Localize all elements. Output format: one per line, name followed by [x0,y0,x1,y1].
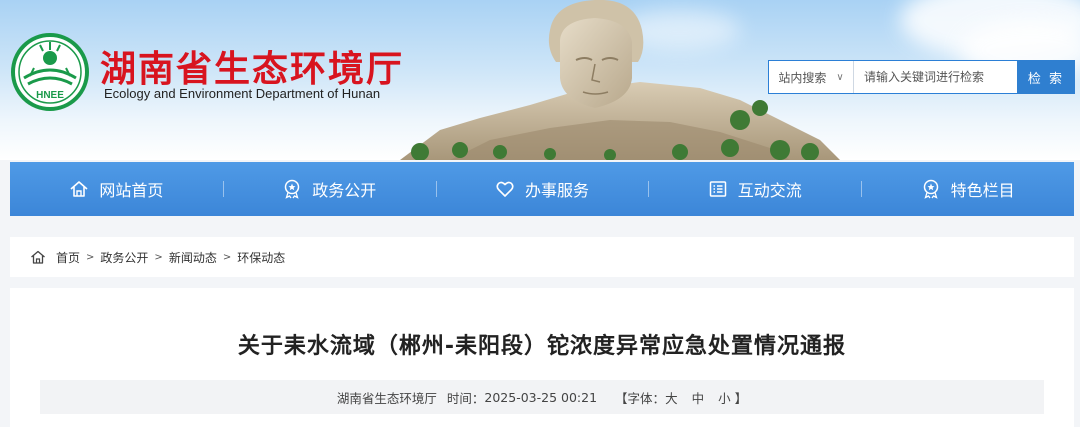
site-subtitle: Ecology and Environment Department of Hu… [104,86,381,101]
nav-item-interaction[interactable]: 互动交流 [648,162,861,216]
hnee-logo: HNEE [11,33,89,111]
time-label: 时间： [446,390,485,406]
nav-item-label: 办事服务 [524,181,589,200]
nav-item-label: 网站首页 [99,181,164,200]
search-bar: 站内搜索 ∨ 检 索 [768,60,1075,94]
logo-text: HNEE [36,90,64,101]
search-button[interactable]: 检 索 [1017,60,1075,94]
article-source: 湖南省生态环境厅 [336,390,437,406]
search-input[interactable] [854,61,1017,93]
breadcrumb-news-link[interactable]: 新闻动态 [169,249,217,266]
nav-item-label: 互动交流 [737,181,802,200]
font-size-close: 】 [734,390,748,406]
badge-icon [923,179,938,199]
home-icon [31,250,45,264]
nav-item-government-affairs[interactable]: 政务公开 [222,162,436,216]
list-icon [709,181,727,197]
article-panel: 关于耒水流域（郴州-耒阳段）铊浓度异常应急处置情况通报 湖南省生态环境厅 时间：… [10,288,1074,427]
header-banner: HNEE 湖南省生态环境厅 Ecology and Environment De… [0,0,1080,160]
site-title: 湖南省生态环境厅 [100,49,405,90]
nav-item-label: 特色栏目 [950,181,1015,200]
breadcrumb-home-link[interactable]: 首页 [56,249,80,266]
breadcrumb: 首页 > 政务公开 > 新闻动态 > 环保动态 [10,237,1074,277]
breadcrumb-env-news-link[interactable]: 环保动态 [237,249,285,266]
main-nav: 网站首页 政务公开 办事服务 互动交流 特色栏目 [10,162,1074,216]
font-size-label: 【字体： [615,390,666,406]
nav-item-home[interactable]: 网站首页 [10,162,223,216]
font-size-large-button[interactable]: 大 [665,388,678,407]
article-meta: 湖南省生态环境厅 时间： 2025-03-25 00:21 【字体： 大 中 小… [40,380,1044,414]
breadcrumb-government-affairs-link[interactable]: 政务公开 [100,249,148,266]
search-scope-dropdown[interactable]: 站内搜索 ∨ [769,61,854,93]
home-icon [70,181,88,197]
font-size-small-button[interactable]: 小 [718,388,731,407]
font-size-medium-button[interactable]: 中 [692,388,705,407]
search-scope-label: 站内搜索 [778,70,827,85]
breadcrumb-separator: > [222,251,232,263]
nav-item-services[interactable]: 办事服务 [435,162,649,216]
nav-item-label: 政务公开 [312,181,377,200]
chevron-down-icon: ∨ [836,71,844,83]
badge-icon [284,179,300,199]
heart-icon [496,181,514,197]
article-time: 2025-03-25 00:21 [484,389,598,405]
article-title: 关于耒水流域（郴州-耒阳段）铊浓度异常应急处置情况通报 [237,334,847,359]
breadcrumb-separator: > [154,251,163,263]
nav-item-featured[interactable]: 特色栏目 [861,162,1074,216]
breadcrumb-separator: > [86,251,95,263]
